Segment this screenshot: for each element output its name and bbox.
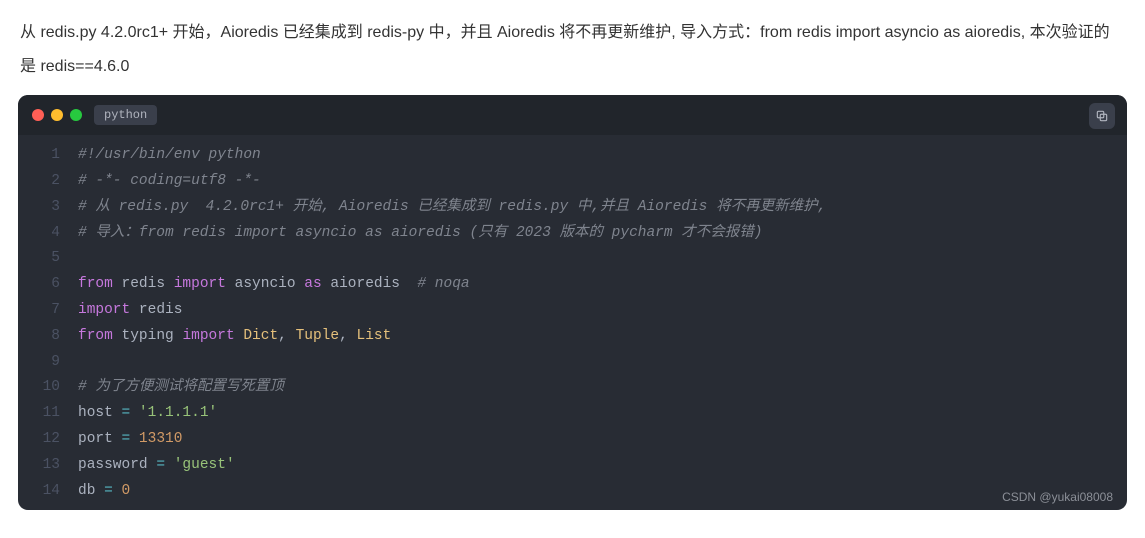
line-number: 4	[18, 221, 78, 247]
line-number: 12	[18, 427, 78, 453]
line-number: 11	[18, 401, 78, 427]
code-line: 3# 从 redis.py 4.2.0rc1+ 开始, Aioredis 已经集…	[18, 195, 1127, 221]
line-number: 9	[18, 350, 78, 376]
line-number: 13	[18, 453, 78, 479]
code-line: 6from redis import asyncio as aioredis #…	[18, 272, 1127, 298]
line-number: 5	[18, 246, 78, 272]
code-line: 4# 导入：from redis import asyncio as aiore…	[18, 221, 1127, 247]
line-number: 2	[18, 169, 78, 195]
code-line: 8from typing import Dict, Tuple, List	[18, 324, 1127, 350]
line-number: 7	[18, 298, 78, 324]
language-tab: python	[94, 105, 157, 125]
line-number: 10	[18, 375, 78, 401]
maximize-icon[interactable]	[70, 109, 82, 121]
code-line: 7import redis	[18, 298, 1127, 324]
line-number: 8	[18, 324, 78, 350]
traffic-lights	[32, 109, 82, 121]
window-titlebar: python	[18, 95, 1127, 135]
code-line: 9	[18, 350, 1127, 376]
code-line: 2# -*- coding=utf8 -*-	[18, 169, 1127, 195]
code-line: 11host = '1.1.1.1'	[18, 401, 1127, 427]
copy-icon	[1095, 109, 1109, 123]
code-line: 1#!/usr/bin/env python	[18, 143, 1127, 169]
code-body: 1#!/usr/bin/env python 2# -*- coding=utf…	[18, 135, 1127, 510]
code-line: 12port = 13310	[18, 427, 1127, 453]
line-number: 14	[18, 479, 78, 505]
code-line: 10# 为了方便测试将配置写死置顶	[18, 375, 1127, 401]
code-line: 5	[18, 246, 1127, 272]
line-number: 6	[18, 272, 78, 298]
minimize-icon[interactable]	[51, 109, 63, 121]
intro-paragraph: 从 redis.py 4.2.0rc1+ 开始，Aioredis 已经集成到 r…	[0, 0, 1145, 95]
line-number: 1	[18, 143, 78, 169]
close-icon[interactable]	[32, 109, 44, 121]
copy-button[interactable]	[1089, 103, 1115, 129]
line-number: 3	[18, 195, 78, 221]
code-window: python 1#!/usr/bin/env python 2# -*- cod…	[18, 95, 1127, 510]
code-line: 14db = 0	[18, 479, 1127, 505]
code-line: 13password = 'guest'	[18, 453, 1127, 479]
watermark: CSDN @yukai08008	[1002, 490, 1113, 504]
